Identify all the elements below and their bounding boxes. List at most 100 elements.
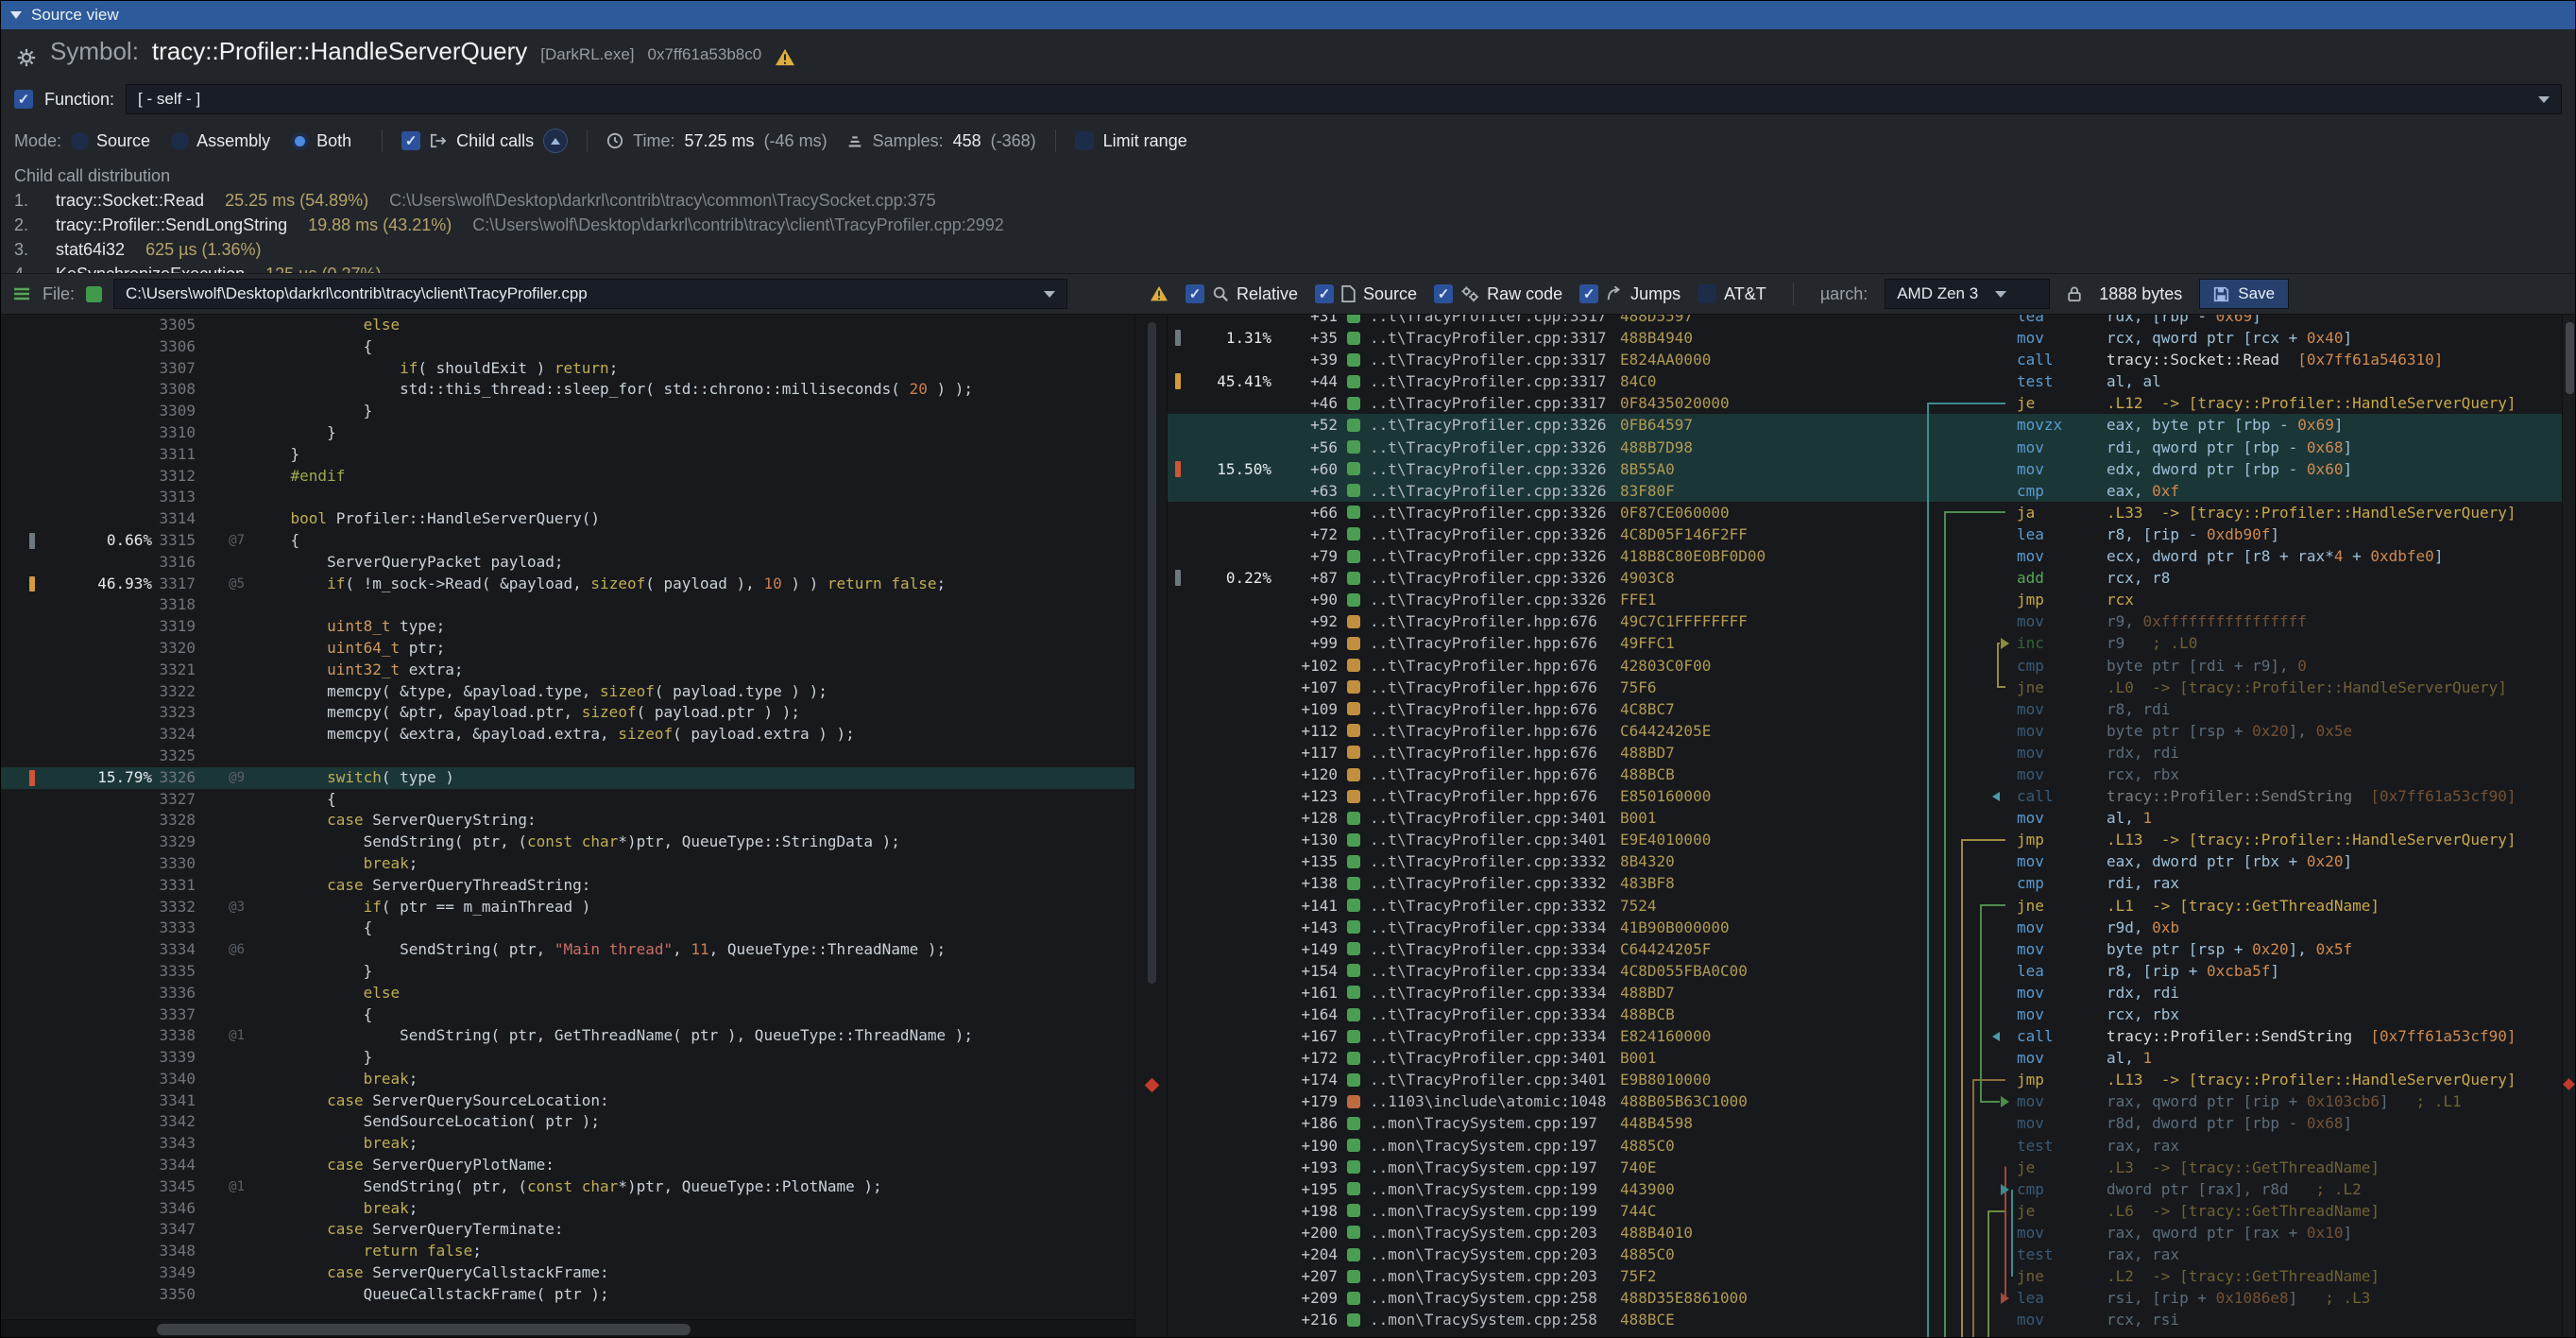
radio-assembly-dot[interactable] (171, 132, 189, 150)
source-line[interactable]: 3333 { (1, 918, 1134, 939)
source-line[interactable]: 3320 uint64_t ptr; (1, 638, 1134, 660)
source-line[interactable]: 3331 case ServerQueryThreadString: (1, 875, 1134, 897)
source-line[interactable]: 3330 break; (1, 853, 1134, 875)
asm-location[interactable]: ..t\TracyProfiler.hpp:676 (1370, 677, 1620, 698)
asm-location[interactable]: ..mon\TracySystem.cpp:258 (1370, 1309, 1620, 1330)
asm-location[interactable]: ..t\TracyProfiler.cpp:3334 (1370, 938, 1620, 960)
radio-assembly[interactable]: Assembly (171, 131, 270, 151)
scrollbar-thumb[interactable] (2566, 322, 2574, 394)
radio-source-dot[interactable] (71, 132, 89, 150)
source-line[interactable]: 3308 std::this_thread::sleep_for( std::c… (1, 379, 1134, 401)
asm-row[interactable]: +46..t\TracyProfiler.cpp:33170F843502000… (1168, 392, 2562, 414)
asm-row[interactable]: +174..t\TracyProfiler.cpp:3401E9B8010000… (1168, 1069, 2562, 1090)
assembly-scrollbar[interactable] (2562, 315, 2575, 1337)
asm-row[interactable]: +39..t\TracyProfiler.cpp:3317E824AA0000c… (1168, 349, 2562, 370)
horizontal-scrollbar[interactable] (1, 1319, 1134, 1337)
function-checkbox[interactable] (14, 90, 33, 109)
scrollbar-thumb[interactable] (157, 1324, 691, 1335)
function-select[interactable]: [ - self - ] (126, 84, 2562, 114)
asm-location[interactable]: ..t\TracyProfiler.cpp:3326 (1370, 437, 1620, 458)
source-line[interactable]: 3336 else (1, 983, 1134, 1004)
source-line[interactable]: 3337 { (1, 1004, 1134, 1026)
asm-location[interactable]: ..t\TracyProfiler.cpp:3401 (1370, 1069, 1620, 1090)
source-line[interactable]: 3344 case ServerQueryPlotName: (1, 1155, 1134, 1176)
asm-location[interactable]: ..t\TracyProfiler.cpp:3334 (1370, 917, 1620, 938)
limit-range-checkbox[interactable] (1075, 131, 1094, 150)
asm-location[interactable]: ..t\TracyProfiler.cpp:3334 (1370, 982, 1620, 1004)
source-line[interactable]: 46.93%3317@5 if( !m_sock->Read( &payload… (1, 574, 1134, 595)
source-line[interactable]: 3345@1 SendString( ptr, (const char*)ptr… (1, 1176, 1134, 1198)
source-line[interactable]: 3346 break; (1, 1198, 1134, 1220)
raw-code-toggle[interactable]: Raw code (1434, 284, 1562, 304)
source-line[interactable]: 3312 #endif (1, 466, 1134, 488)
source-line[interactable]: 3314 bool Profiler::HandleServerQuery() (1, 508, 1134, 530)
source-line[interactable]: 3318 (1, 594, 1134, 616)
asm-location[interactable]: ..t\TracyProfiler.hpp:676 (1370, 785, 1620, 807)
asm-location[interactable]: ..mon\TracySystem.cpp:258 (1370, 1287, 1620, 1309)
source-line[interactable]: 3319 uint8_t type; (1, 616, 1134, 638)
asm-row[interactable]: +164..t\TracyProfiler.cpp:3334488BCBmovr… (1168, 1004, 2562, 1025)
asm-location[interactable]: ..mon\TracySystem.cpp:197 (1370, 1135, 1620, 1157)
child-call-item[interactable]: 3.stat64i32625 µs (1.36%) (14, 237, 2562, 262)
asm-location[interactable]: ..t\TracyProfiler.cpp:3334 (1370, 1025, 1620, 1047)
asm-location[interactable]: ..t\TracyProfiler.cpp:3401 (1370, 829, 1620, 850)
radio-both-dot[interactable] (291, 132, 309, 150)
asm-row[interactable]: +31..t\TracyProfiler.cpp:3317488D5597lea… (1168, 315, 2562, 327)
asm-location[interactable]: ..t\TracyProfiler.cpp:3326 (1370, 480, 1620, 502)
asm-row[interactable]: +149..t\TracyProfiler.cpp:3334C64424205F… (1168, 938, 2562, 960)
asm-location[interactable]: ..t\TracyProfiler.cpp:3332 (1370, 872, 1620, 894)
asm-location[interactable]: ..t\TracyProfiler.cpp:3332 (1370, 895, 1620, 917)
asm-location[interactable]: ..t\TracyProfiler.cpp:3317 (1370, 315, 1620, 327)
source-line[interactable]: 3310 } (1, 422, 1134, 444)
asm-row[interactable]: +204..mon\TracySystem.cpp:2034885C0testr… (1168, 1244, 2562, 1265)
source-line[interactable]: 3309 } (1, 401, 1134, 422)
asm-location[interactable]: ..t\TracyProfiler.hpp:676 (1370, 632, 1620, 654)
asm-row[interactable]: +90..t\TracyProfiler.cpp:3326FFE1jmprcx (1168, 589, 2562, 610)
source-line[interactable]: 3335 } (1, 961, 1134, 983)
source-line[interactable]: 3332@3 if( ptr == m_mainThread ) (1, 897, 1134, 918)
asm-location[interactable]: ..t\TracyProfiler.cpp:3317 (1370, 392, 1620, 414)
asm-row[interactable]: +193..mon\TracySystem.cpp:197740Eje.L3 -… (1168, 1157, 2562, 1178)
asm-row[interactable]: +112..t\TracyProfiler.hpp:676C64424205Em… (1168, 720, 2562, 742)
asm-location[interactable]: ..t\TracyProfiler.hpp:676 (1370, 610, 1620, 632)
collapse-arrow-icon[interactable] (10, 11, 22, 19)
jumps-toggle[interactable]: Jumps (1579, 284, 1680, 304)
asm-location[interactable]: ..mon\TracySystem.cpp:199 (1370, 1178, 1620, 1200)
source-line[interactable]: 3341 case ServerQuerySourceLocation: (1, 1090, 1134, 1112)
file-color-swatch[interactable] (86, 286, 102, 302)
asm-row[interactable]: +79..t\TracyProfiler.cpp:3326418B8C80E0B… (1168, 545, 2562, 567)
relative-checkbox[interactable] (1186, 284, 1204, 303)
asm-location[interactable]: ..mon\TracySystem.cpp:199 (1370, 1200, 1620, 1222)
asm-row[interactable]: +102..t\TracyProfiler.hpp:67642803C0F00c… (1168, 655, 2562, 677)
source-line[interactable]: 3325 (1, 746, 1134, 767)
source-line[interactable]: 15.79%3326@9 switch( type ) (1, 767, 1134, 789)
asm-location[interactable]: ..1103\include\atomic:1048 (1370, 1090, 1620, 1112)
asm-row[interactable]: +209..mon\TracySystem.cpp:258488D35E8861… (1168, 1287, 2562, 1309)
asm-location[interactable]: ..t\TracyProfiler.cpp:3334 (1370, 1004, 1620, 1025)
caret-up-circle-button[interactable] (543, 129, 568, 153)
source-line[interactable]: 3329 SendString( ptr, (const char*)ptr, … (1, 832, 1134, 853)
asm-row[interactable]: +161..t\TracyProfiler.cpp:3334488BD7movr… (1168, 982, 2562, 1004)
asm-location[interactable]: ..t\TracyProfiler.cpp:3326 (1370, 567, 1620, 589)
source-line[interactable]: 3307 if( shouldExit ) return; (1, 358, 1134, 380)
asm-location[interactable]: ..t\TracyProfiler.hpp:676 (1370, 720, 1620, 742)
asm-row[interactable]: +92..t\TracyProfiler.hpp:67649C7C1FFFFFF… (1168, 610, 2562, 632)
save-button[interactable]: Save (2199, 279, 2289, 309)
source-line[interactable]: 3311 } (1, 444, 1134, 466)
source-line[interactable]: 3322 memcpy( &type, &payload.type, sizeo… (1, 681, 1134, 703)
child-call-item[interactable]: 2.tracy::Profiler::SendLongString19.88 m… (14, 213, 2562, 237)
asm-location[interactable]: ..t\TracyProfiler.cpp:3332 (1370, 850, 1620, 872)
asm-location[interactable]: ..t\TracyProfiler.cpp:3326 (1370, 502, 1620, 523)
asm-location[interactable]: ..t\TracyProfiler.cpp:3317 (1370, 370, 1620, 392)
asm-row[interactable]: +186..mon\TracySystem.cpp:197448B4598mov… (1168, 1112, 2562, 1134)
source-line[interactable]: 3348 return false; (1, 1241, 1134, 1262)
source-line[interactable]: 3349 case ServerQueryCallstackFrame: (1, 1262, 1134, 1284)
child-calls-checkbox[interactable] (401, 131, 420, 150)
child-call-item[interactable]: 4.KeSynchronizeExecution125 µs (0.27%) (14, 262, 2562, 273)
asm-row[interactable]: +172..t\TracyProfiler.cpp:3401B001moval,… (1168, 1047, 2562, 1069)
asm-location[interactable]: ..t\TracyProfiler.hpp:676 (1370, 763, 1620, 785)
asm-location[interactable]: ..mon\TracySystem.cpp:203 (1370, 1244, 1620, 1265)
asm-location[interactable]: ..t\TracyProfiler.cpp:3326 (1370, 458, 1620, 480)
att-toggle[interactable]: AT&T (1697, 284, 1766, 304)
source-line[interactable]: 3339 } (1, 1047, 1134, 1069)
